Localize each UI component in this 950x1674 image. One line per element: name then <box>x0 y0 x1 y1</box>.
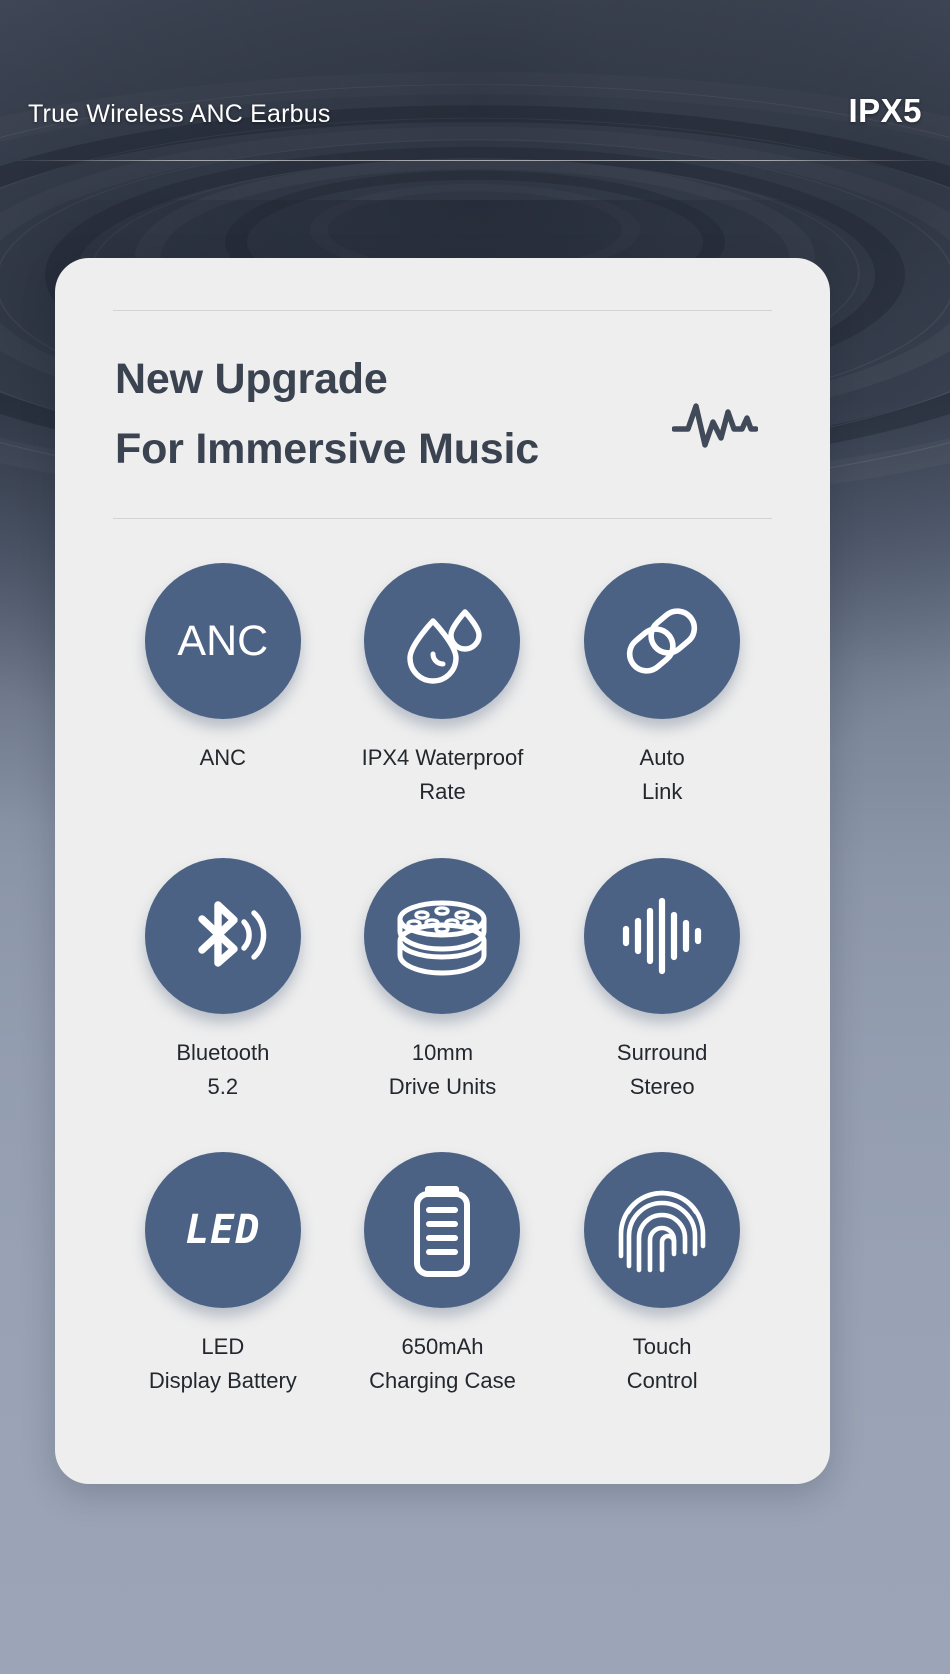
battery-icon <box>411 1182 473 1278</box>
feature-caption: Surround Stereo <box>617 1036 708 1104</box>
caption-line-2: 5.2 <box>207 1073 239 1099</box>
caption-line-2: Drive Units <box>388 1073 497 1099</box>
bluetooth-icon-circle <box>144 857 301 1014</box>
headline-line-1: New Upgrade <box>115 355 388 403</box>
chain-link-icon <box>617 596 707 686</box>
fingerprint-icon <box>614 1182 710 1278</box>
caption-line-1: Bluetooth <box>176 1039 270 1065</box>
caption-line-2: Control <box>626 1367 698 1393</box>
feature-item-bluetooth[interactable]: Bluetooth 5.2 <box>113 857 333 1104</box>
page-title: New Upgrade For Immersive Music <box>115 345 539 484</box>
caption-line-1: LED <box>201 1333 245 1359</box>
caption-line-1: IPX4 Waterproof <box>361 745 524 771</box>
feature-item-waterproof[interactable]: IPX4 Waterproof Rate <box>333 563 553 809</box>
feature-item-surround-stereo[interactable]: Surround Stereo <box>552 857 772 1104</box>
caption-line-2: Charging Case <box>369 1367 516 1393</box>
feature-item-drive-units[interactable]: 10mm Drive Units <box>333 857 553 1104</box>
feature-item-touch-control[interactable]: Touch Control <box>552 1151 772 1398</box>
caption-line-2: Link <box>641 779 683 805</box>
touch-control-icon-circle <box>584 1151 741 1308</box>
feature-grid: ANC ANC IPX4 Waterproof Rate Auto Link B… <box>113 563 772 1398</box>
led-text-icon: LED <box>185 1206 261 1253</box>
feature-caption: 650mAh Charging Case <box>369 1330 516 1398</box>
feature-item-auto-link[interactable]: Auto Link <box>552 563 772 809</box>
feature-card: New Upgrade For Immersive Music ANC ANC <box>55 258 830 1484</box>
feature-item-battery[interactable]: 650mAh Charging Case <box>333 1151 553 1398</box>
headline-line-2: For Immersive Music <box>115 424 539 473</box>
caption-line-1: Surround <box>616 1039 708 1065</box>
led-icon-circle: LED <box>144 1151 301 1308</box>
caption-line-1: Auto <box>639 745 685 771</box>
header-divider <box>18 160 932 161</box>
feature-caption: Bluetooth 5.2 <box>176 1036 269 1104</box>
headline-divider-bottom <box>113 518 772 520</box>
caption-line-1: 650mAh <box>401 1333 484 1359</box>
surround-stereo-icon-circle <box>584 857 741 1014</box>
feature-caption: ANC <box>200 741 246 775</box>
anc-icon-circle: ANC <box>144 563 301 720</box>
feature-caption: IPX4 Waterproof Rate <box>362 741 524 809</box>
waterproof-icon-circle <box>364 563 521 720</box>
anc-text-icon: ANC <box>177 616 269 665</box>
feature-item-led[interactable]: LED LED Display Battery <box>113 1151 333 1398</box>
feature-caption: LED Display Battery <box>149 1330 297 1398</box>
caption-line-1: ANC <box>199 745 247 771</box>
waterproof-rating-badge: IPX5 <box>848 92 922 129</box>
feature-caption: 10mm Drive Units <box>389 1036 497 1104</box>
feature-caption: Auto Link <box>640 741 685 809</box>
feature-caption: Touch Control <box>627 1330 698 1398</box>
caption-line-1: 10mm <box>411 1039 474 1065</box>
auto-link-icon-circle <box>584 563 741 720</box>
equalizer-icon <box>619 893 705 979</box>
bluetooth-icon <box>176 891 270 981</box>
drive-units-icon-circle <box>364 857 521 1014</box>
caption-line-1: Touch <box>632 1333 692 1359</box>
caption-line-2: Stereo <box>629 1073 695 1099</box>
headline-block: New Upgrade For Immersive Music <box>113 311 772 490</box>
pulse-waveform-icon <box>671 398 759 457</box>
caption-line-2: Display Battery <box>148 1367 297 1393</box>
battery-icon-circle <box>364 1151 521 1308</box>
product-title: True Wireless ANC Earbus <box>28 100 331 128</box>
speaker-driver-icon <box>392 891 492 981</box>
header-bar: True Wireless ANC Earbus IPX5 <box>0 92 950 130</box>
water-drops-icon <box>396 595 488 687</box>
caption-line-2: Rate <box>419 779 466 805</box>
feature-item-anc[interactable]: ANC ANC <box>113 563 333 809</box>
